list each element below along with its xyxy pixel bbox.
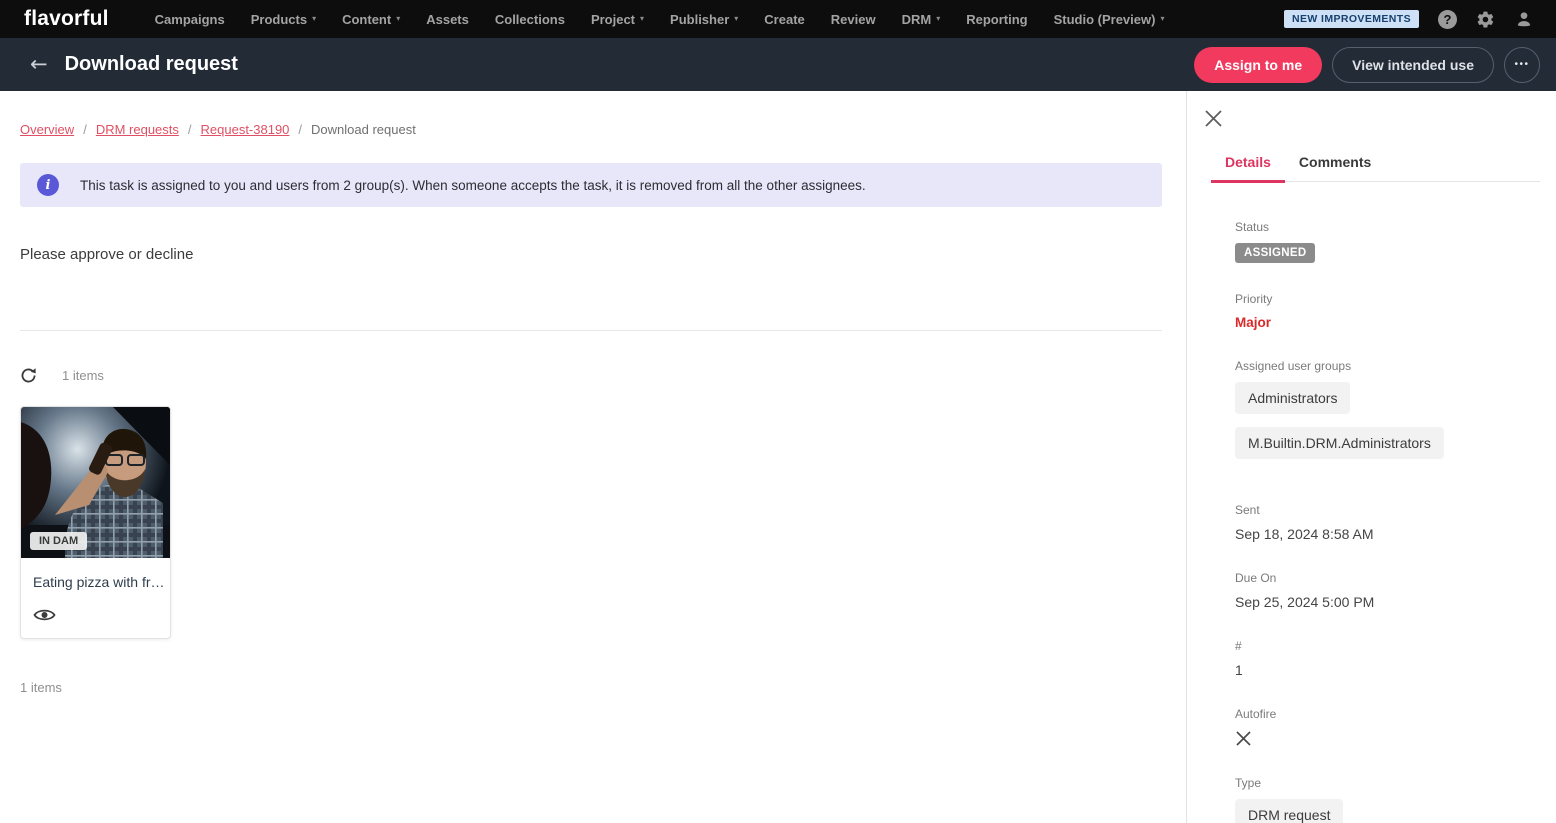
field-label: Assigned user groups: [1235, 359, 1352, 373]
items-count-bottom: 1 items: [20, 680, 62, 695]
page-title: Download request: [64, 53, 238, 75]
nav-item-drm[interactable]: DRM ▾: [902, 12, 941, 27]
field-label: Status: [1235, 220, 1270, 234]
nav-item-reporting[interactable]: Reporting: [966, 12, 1027, 27]
eye-icon: [33, 609, 56, 621]
due-on-value: Sep 25, 2024 5:00 PM: [1235, 594, 1375, 610]
nav-item-create[interactable]: Create: [764, 12, 804, 27]
banner-text: This task is assigned to you and users f…: [80, 177, 866, 193]
items-toolbar: 1 items: [20, 367, 1162, 384]
breadcrumb-link-overview[interactable]: Overview: [20, 122, 74, 137]
breadcrumb: Overview / DRM requests / Request-38190 …: [20, 122, 1162, 137]
field-due-on: Due On Sep 25, 2024 5:00 PM: [1235, 571, 1532, 610]
asset-card[interactable]: IN DAM Eating pizza with fr…: [20, 406, 171, 639]
details-fields: Status ASSIGNED Priority Major Assigned …: [1187, 182, 1556, 823]
tab-details[interactable]: Details: [1211, 147, 1285, 183]
sent-value: Sep 18, 2024 8:58 AM: [1235, 526, 1374, 542]
panel-tabs: Details Comments: [1211, 147, 1540, 183]
nav-item-campaigns[interactable]: Campaigns: [155, 12, 225, 27]
nav-item-products[interactable]: Products ▾: [251, 12, 316, 27]
breadcrumb-separator: /: [298, 122, 303, 137]
asset-thumbnail: IN DAM: [21, 407, 170, 558]
help-icon[interactable]: ?: [1438, 9, 1457, 29]
user-group-chip: Administrators: [1235, 382, 1351, 414]
topnav-right-cluster: NEW IMPROVEMENTS ?: [1284, 9, 1534, 29]
chevron-down-icon: ▾: [312, 14, 317, 23]
type-chip: DRM request: [1235, 799, 1344, 823]
nav-item-review[interactable]: Review: [831, 12, 876, 27]
nav-item-project[interactable]: Project ▾: [591, 12, 644, 27]
page-header: ← Download request Assign to me View int…: [0, 38, 1556, 91]
top-navigation-bar: flavorful Campaigns Products ▾ Content ▾ A…: [0, 0, 1556, 38]
nav-item-studio-preview[interactable]: Studio (Preview) ▾: [1054, 12, 1165, 27]
user-group-chip: M.Builtin.DRM.Administrators: [1235, 427, 1444, 459]
field-label: Due On: [1235, 571, 1277, 585]
breadcrumb-separator: /: [187, 122, 192, 137]
info-icon: i: [37, 174, 59, 196]
field-number: # 1: [1235, 639, 1532, 678]
content-area: Overview / DRM requests / Request-38190 …: [0, 91, 1556, 823]
main-column: Overview / DRM requests / Request-38190 …: [0, 91, 1186, 823]
field-label: #: [1235, 639, 1242, 653]
priority-value: Major: [1235, 315, 1272, 330]
field-autofire: Autofire: [1235, 707, 1532, 747]
nav-item-collections[interactable]: Collections: [495, 12, 565, 27]
ellipsis-icon: •••: [1514, 59, 1530, 70]
view-intended-use-button[interactable]: View intended use: [1332, 46, 1494, 83]
field-assigned-user-groups: Assigned user groups Administrators M.Bu…: [1235, 359, 1532, 459]
close-icon: [1205, 110, 1222, 127]
nav-item-content[interactable]: Content ▾: [342, 12, 400, 27]
breadcrumb-link-request[interactable]: Request-38190: [201, 122, 290, 137]
user-avatar-icon[interactable]: [1514, 9, 1534, 29]
field-sent: Sent Sep 18, 2024 8:58 AM: [1235, 503, 1532, 542]
task-info-banner: i This task is assigned to you and users…: [20, 163, 1162, 207]
preview-button[interactable]: [33, 607, 56, 623]
asset-title: Eating pizza with fr…: [33, 574, 165, 590]
new-improvements-badge[interactable]: NEW IMPROVEMENTS: [1284, 10, 1419, 28]
header-actions: Assign to me View intended use •••: [1194, 46, 1540, 83]
app-logo[interactable]: flavorful: [24, 7, 109, 31]
field-status: Status ASSIGNED: [1235, 220, 1532, 263]
close-panel-button[interactable]: [1204, 109, 1223, 128]
number-value: 1: [1235, 662, 1243, 678]
breadcrumb-current: Download request: [311, 122, 416, 137]
field-label: Sent: [1235, 503, 1260, 517]
gear-icon[interactable]: [1476, 10, 1495, 29]
field-label: Type: [1235, 776, 1262, 790]
refresh-icon: [21, 368, 36, 383]
in-dam-badge: IN DAM: [30, 532, 88, 550]
refresh-button[interactable]: [20, 367, 37, 384]
details-panel: Details Comments Status ASSIGNED Priorit…: [1186, 91, 1556, 823]
chevron-down-icon: ▾: [1160, 14, 1165, 23]
nav-item-publisher[interactable]: Publisher ▾: [670, 12, 738, 27]
chevron-down-icon: ▾: [936, 14, 941, 23]
status-badge: ASSIGNED: [1235, 243, 1316, 263]
tab-comments[interactable]: Comments: [1285, 147, 1385, 183]
assign-to-me-button[interactable]: Assign to me: [1194, 46, 1323, 83]
breadcrumb-link-drm-requests[interactable]: DRM requests: [96, 122, 179, 137]
field-label: Priority: [1235, 292, 1273, 306]
nav-item-assets[interactable]: Assets: [426, 12, 469, 27]
breadcrumb-separator: /: [83, 122, 87, 137]
field-priority: Priority Major: [1235, 292, 1532, 330]
field-label: Autofire: [1235, 707, 1277, 721]
back-arrow-icon[interactable]: ←: [30, 54, 48, 75]
more-options-button[interactable]: •••: [1504, 46, 1540, 83]
items-count-top: 1 items: [62, 368, 104, 383]
chevron-down-icon: ▾: [396, 14, 401, 23]
chevron-down-icon: ▾: [640, 14, 645, 23]
nav-menu: Campaigns Products ▾ Content ▾ Assets Coll…: [155, 12, 1165, 27]
chevron-down-icon: ▾: [734, 14, 739, 23]
section-divider: [20, 330, 1162, 331]
autofire-false-icon: [1236, 731, 1251, 746]
task-instruction: Please approve or decline: [20, 246, 194, 263]
field-type: Type DRM request: [1235, 776, 1532, 823]
